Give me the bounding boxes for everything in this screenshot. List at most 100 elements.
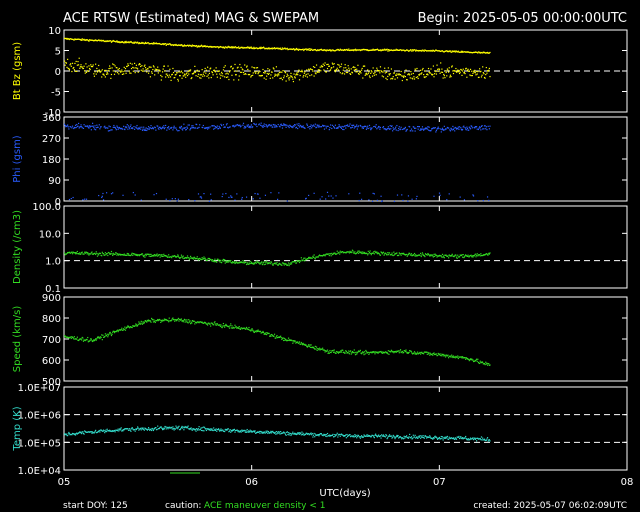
data-point: [193, 72, 195, 74]
data-point: [304, 433, 307, 436]
data-point: [368, 75, 371, 77]
data-point: [86, 253, 88, 255]
data-point: [156, 428, 158, 431]
data-point: [139, 63, 141, 65]
data-point: [118, 67, 120, 70]
data-point: [486, 129, 488, 131]
data-point: [163, 320, 165, 322]
data-point: [359, 192, 361, 194]
data-point: [272, 430, 274, 432]
data-point: [93, 126, 95, 129]
data-point: [365, 435, 368, 437]
data-point: [110, 250, 113, 253]
data-point: [390, 78, 392, 80]
data-point: [410, 351, 413, 353]
data-point: [410, 254, 412, 256]
data-point: [170, 79, 172, 82]
data-point: [210, 193, 212, 195]
data-point: [226, 123, 228, 125]
data-point: [489, 364, 491, 366]
data-point: [99, 337, 101, 340]
data-point: [90, 431, 92, 433]
data-point: [234, 431, 236, 433]
data-point: [380, 195, 382, 197]
data-point: [186, 72, 188, 74]
panel-phi: 360270180900Phi (gsm): [12, 113, 628, 208]
data-point: [188, 73, 190, 75]
data-point: [202, 73, 204, 75]
data-point: [291, 340, 293, 342]
data-point: [384, 72, 386, 74]
data-point: [307, 258, 309, 260]
data-point: [127, 64, 130, 67]
data-point: [212, 125, 214, 127]
data-point: [374, 71, 376, 74]
data-point: [333, 436, 335, 438]
data-point: [183, 75, 185, 77]
data-point: [398, 127, 400, 130]
data-point: [227, 127, 229, 129]
data-point: [367, 254, 369, 256]
y-axis-label: Phi (gsm): [12, 135, 23, 183]
data-point: [222, 260, 224, 262]
data-point: [178, 320, 180, 322]
data-point: [354, 354, 357, 356]
x-axis-label: UTC(days): [319, 488, 370, 499]
data-point: [147, 126, 150, 128]
data-point: [266, 431, 268, 434]
data-point: [180, 256, 182, 259]
data-point: [95, 63, 97, 65]
data-point: [419, 254, 421, 256]
data-point: [398, 352, 400, 354]
data-point: [338, 124, 340, 126]
data-point: [114, 65, 116, 67]
data-point: [301, 433, 304, 436]
data-point: [150, 66, 152, 68]
data-point: [371, 75, 374, 77]
data-point: [160, 319, 162, 322]
data-point: [316, 349, 318, 351]
data-point: [104, 252, 106, 254]
data-point: [79, 126, 82, 128]
data-point: [351, 251, 353, 254]
data-point: [269, 263, 271, 265]
data-point: [161, 254, 163, 256]
data-point: [148, 255, 150, 257]
data-point: [356, 353, 358, 355]
data-point: [82, 431, 84, 433]
data-point: [381, 352, 383, 354]
data-point: [138, 255, 141, 257]
data-point: [279, 126, 281, 128]
data-point: [387, 437, 389, 439]
data-point: [162, 427, 164, 429]
data-point: [387, 126, 389, 128]
data-point: [283, 337, 285, 339]
data-point: [246, 263, 248, 265]
data-point: [88, 125, 91, 127]
data-point: [423, 50, 425, 52]
data-point: [147, 427, 150, 429]
data-point: [107, 73, 109, 75]
data-point: [440, 128, 442, 130]
data-point: [372, 67, 374, 69]
data-point: [326, 350, 328, 353]
data-point: [165, 44, 167, 47]
data-point: [314, 258, 316, 260]
x-tick-label: 05: [58, 477, 71, 488]
data-point: [249, 70, 251, 72]
data-point: [475, 74, 477, 76]
data-point: [287, 339, 289, 341]
data-point: [264, 72, 266, 74]
data-point: [65, 433, 68, 435]
data-point: [216, 430, 218, 432]
data-point: [108, 333, 110, 335]
data-point: [107, 70, 110, 72]
data-point: [104, 430, 106, 432]
data-point: [207, 324, 209, 326]
data-point: [275, 74, 277, 77]
data-point: [235, 124, 237, 126]
data-point: [95, 251, 97, 253]
data-point: [128, 126, 130, 129]
panel-mag: 1050-5-10Bt Bz (gsm): [12, 26, 628, 119]
data-point: [197, 127, 199, 129]
